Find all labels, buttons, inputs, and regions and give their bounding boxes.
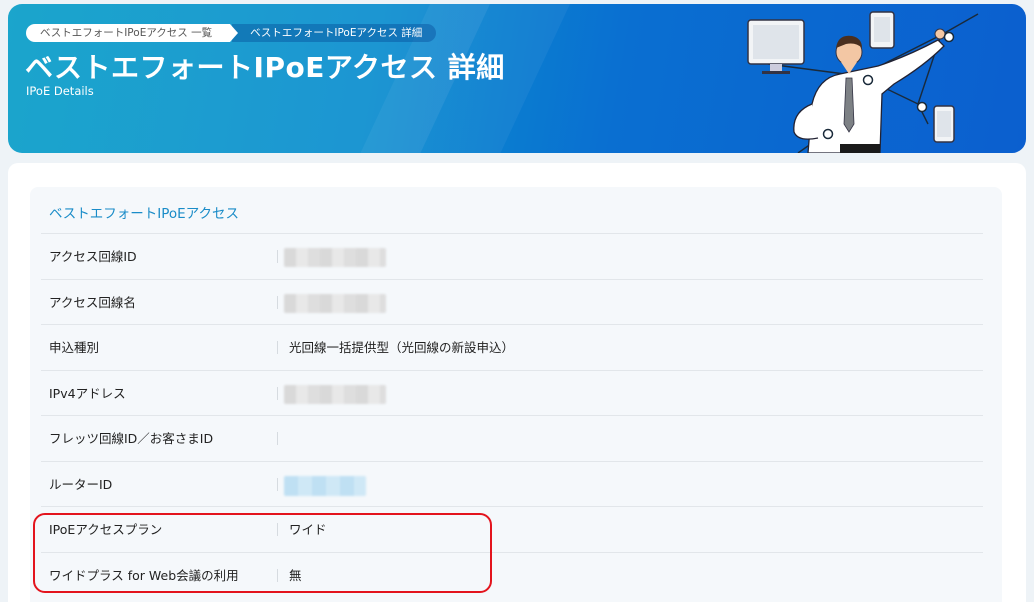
row-label: アクセス回線名 — [49, 294, 136, 310]
row-label: IPv4アドレス — [49, 385, 126, 401]
breadcrumb-item-current: ベストエフォートIPoEアクセス 詳細 — [232, 24, 437, 42]
highlight-annotation-box — [33, 513, 492, 593]
detail-row-ipv4-address: IPv4アドレス — [41, 369, 983, 416]
row-label: アクセス回線ID — [49, 249, 137, 264]
detail-row-flets-line-id: フレッツ回線ID／お客さまID — [41, 415, 983, 461]
page-title: ベストエフォートIPoEアクセス 詳細 — [25, 51, 505, 84]
detail-row-router-id: ルーターID — [41, 460, 983, 507]
row-divider — [277, 432, 278, 445]
breadcrumb: ベストエフォートIPoEアクセス 一覧 ベストエフォートIPoEアクセス 詳細 — [26, 24, 437, 42]
row-divider — [277, 477, 278, 491]
row-label: ルーターID — [49, 476, 113, 492]
redacted-value — [284, 384, 386, 404]
redacted-link[interactable] — [284, 475, 366, 496]
redacted-value — [284, 248, 386, 267]
row-divider — [277, 386, 278, 400]
businessman-network-icon — [747, 11, 979, 153]
row-label: フレッツ回線ID／お客さまID — [49, 431, 214, 446]
row-divider — [277, 295, 278, 309]
redacted-value — [284, 293, 386, 313]
detail-row-application-type: 申込種別 光回線一括提供型（光回線の新設申込） — [41, 324, 983, 370]
page-subtitle: IPoE Details — [26, 84, 94, 98]
row-divider — [277, 250, 278, 263]
card-title: ベストエフォートIPoEアクセス — [49, 206, 240, 222]
row-divider — [277, 341, 278, 354]
page-header: ベストエフォートIPoEアクセス 一覧 ベストエフォートIPoEアクセス 詳細 … — [8, 4, 1026, 153]
row-value: 光回線一括提供型（光回線の新設申込） — [289, 340, 515, 355]
detail-row-access-line-id: アクセス回線ID — [41, 233, 983, 279]
row-label: 申込種別 — [49, 340, 100, 355]
breadcrumb-item-list[interactable]: ベストエフォートIPoEアクセス 一覧 — [26, 24, 239, 42]
detail-row-access-line-name: アクセス回線名 — [41, 278, 983, 325]
